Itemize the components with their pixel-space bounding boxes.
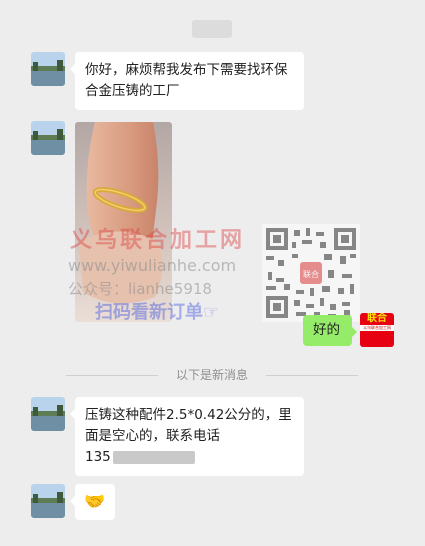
self-avatar-brand: 联合 — [360, 313, 394, 325]
contact-avatar[interactable] — [31, 484, 65, 518]
new-messages-divider: 以下是新消息 — [66, 366, 358, 384]
contact-avatar[interactable] — [31, 397, 65, 431]
phone-number-redacted — [112, 450, 195, 464]
divider-label: 以下是新消息 — [175, 368, 248, 382]
message-bubble-reply[interactable]: 好的 — [303, 315, 357, 346]
watermark-title: 义乌联合加工网 — [70, 228, 246, 253]
qr-center-label: 联合 — [303, 269, 319, 279]
message-text: 好的 — [313, 322, 340, 338]
message-text: 你好，麻烦帮我发布下需要找环保合金压铸的工厂 — [85, 62, 288, 99]
contact-avatar[interactable] — [31, 52, 65, 86]
phone-number-visible: 135 — [85, 449, 111, 465]
watermark-url: www.yiwulianhe.com — [68, 256, 237, 275]
message-bubble-1[interactable]: 你好，麻烦帮我发布下需要找环保合金压铸的工厂 — [70, 52, 304, 110]
self-avatar-caption: 义乌联合加工网 — [363, 325, 391, 330]
self-avatar-band — [360, 331, 394, 347]
handshake-emoji-icon: 🤝 — [84, 492, 106, 512]
message-bubble-4[interactable]: 🤝 — [70, 484, 115, 520]
watermark-qr-code: 联合 — [262, 224, 360, 322]
message-text: 压铸这种配件2.5*0.42公分的，里面是空心的，联系电话 — [85, 407, 292, 444]
self-avatar[interactable]: 联合 义乌联合加工网 — [360, 313, 394, 347]
contact-avatar[interactable] — [31, 121, 65, 155]
message-bubble-3[interactable]: 压铸这种配件2.5*0.42公分的，里面是空心的，联系电话 135 — [70, 397, 304, 476]
watermark-scan-text: 扫码看新订单☞ — [95, 302, 220, 323]
timestamp-placeholder — [192, 20, 232, 38]
watermark-account: 公众号：lianhe5918 — [68, 280, 212, 298]
